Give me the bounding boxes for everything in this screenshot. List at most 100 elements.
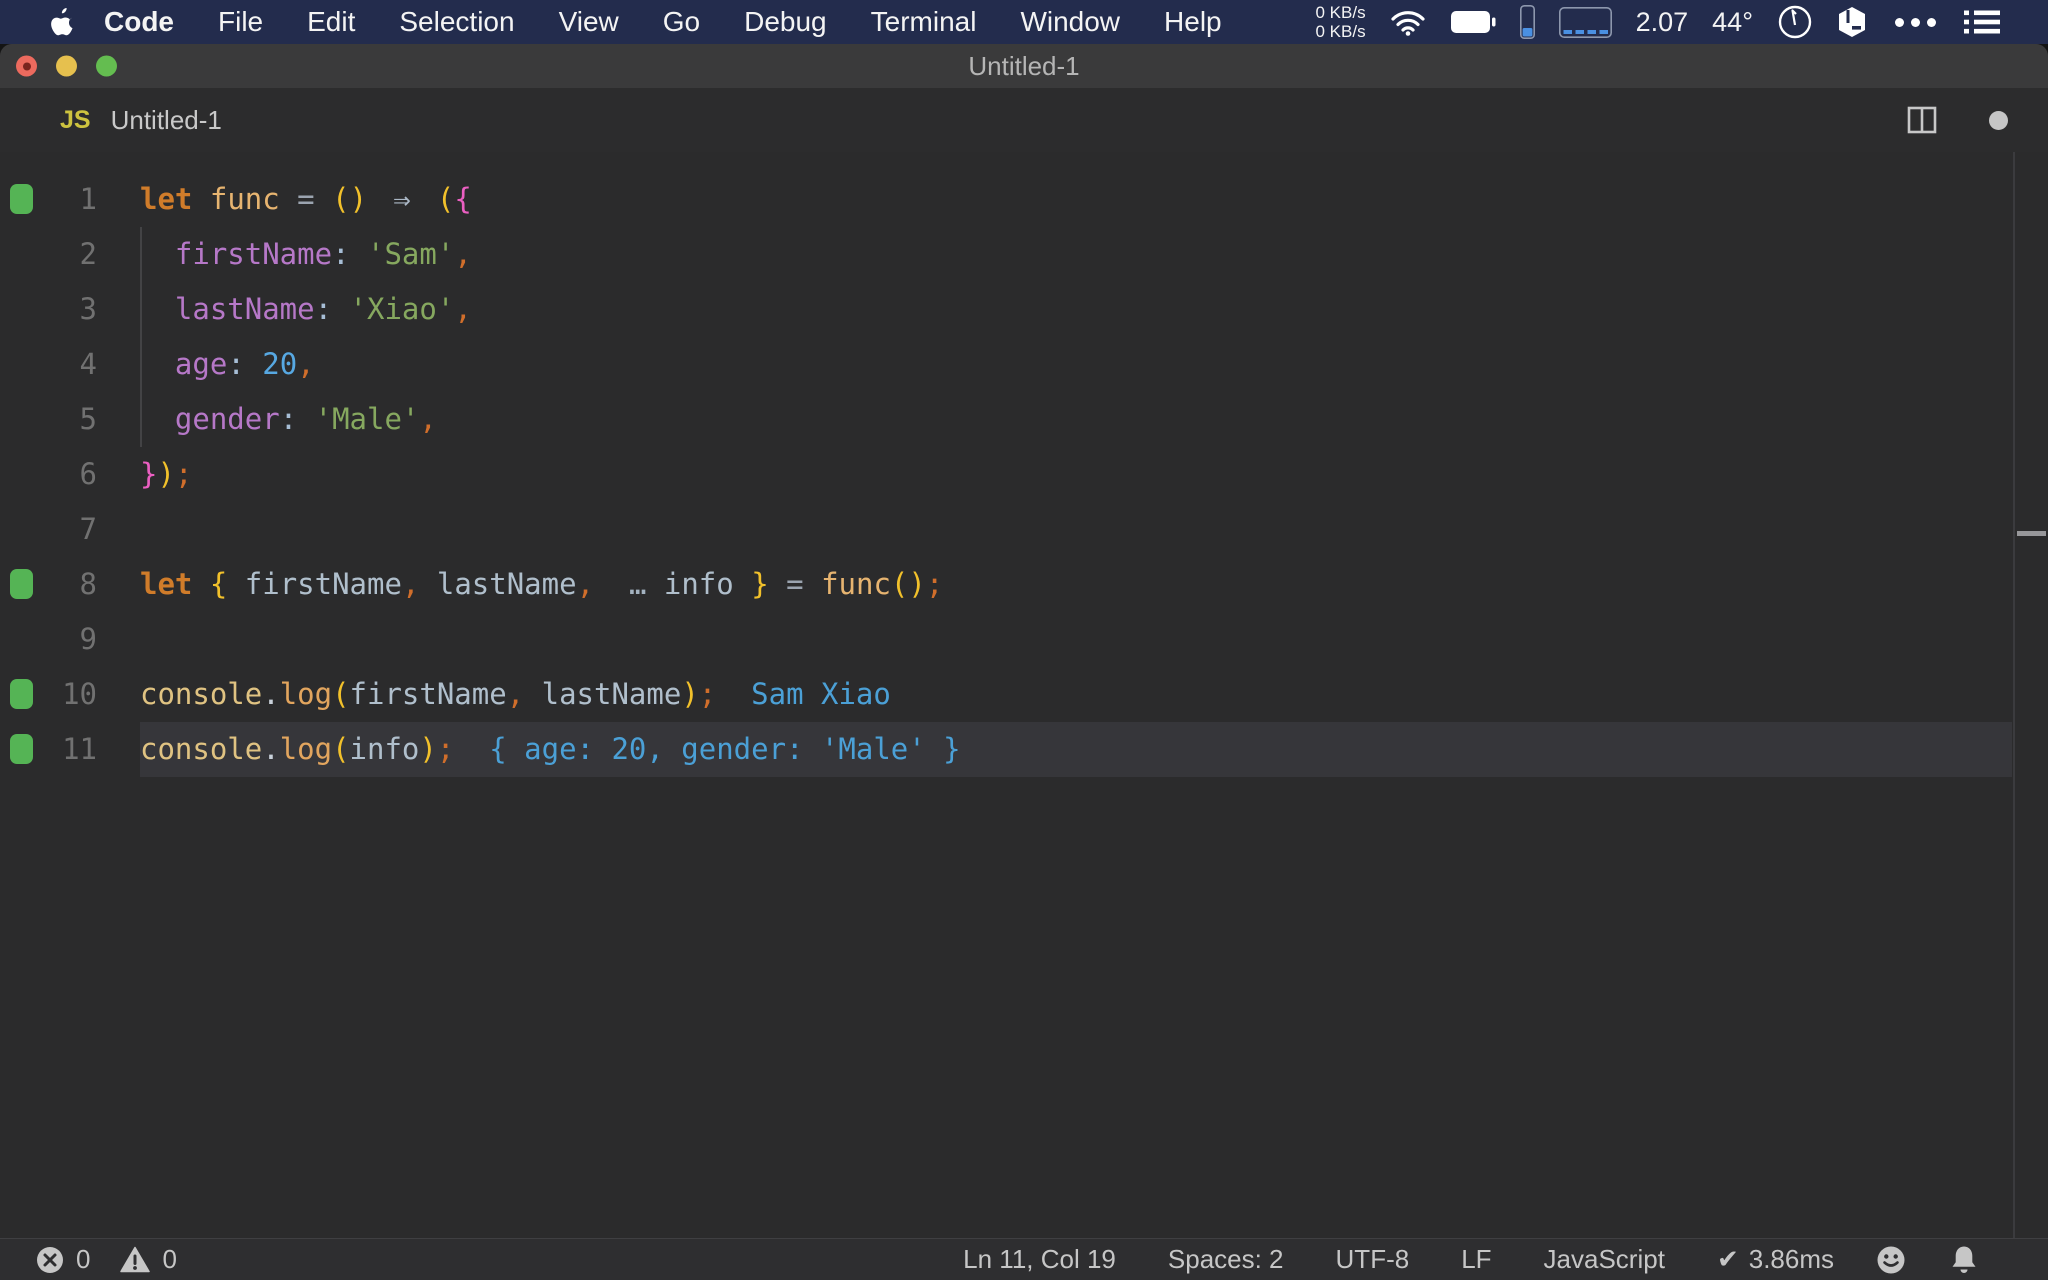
network-speed-widget[interactable]: 0 KB/s 0 KB/s bbox=[1316, 3, 1366, 41]
code-line-content: firstName: 'Sam', bbox=[140, 227, 2048, 282]
language-mode[interactable]: JavaScript bbox=[1544, 1244, 1665, 1275]
cpu-load-label[interactable]: 2.07 bbox=[1636, 7, 1689, 38]
code-token: ) bbox=[419, 732, 437, 766]
feedback-smiley-icon[interactable] bbox=[1876, 1245, 1906, 1275]
indentation-setting[interactable]: Spaces: 2 bbox=[1168, 1244, 1284, 1275]
code-token: 'Male' bbox=[314, 402, 420, 436]
tab-label: Untitled-1 bbox=[110, 104, 222, 135]
more-icon[interactable] bbox=[1891, 17, 1940, 27]
code-token: : bbox=[314, 292, 333, 326]
code-line-11[interactable]: 11 console.log(info); { age: 20, gender: '… bbox=[0, 722, 2048, 777]
menu-item-debug[interactable]: Debug bbox=[744, 6, 827, 38]
menu-item-view[interactable]: View bbox=[559, 6, 619, 38]
code-line-content: }); bbox=[140, 447, 2048, 502]
title-bar[interactable]: Untitled-1 bbox=[0, 44, 2048, 88]
battery-icon[interactable] bbox=[1450, 9, 1496, 35]
menu-item-code[interactable]: Code bbox=[104, 6, 174, 38]
code-line-6[interactable]: 6}); bbox=[0, 447, 2048, 502]
code-line-8[interactable]: 8 let { firstName, lastName, … info } = fu… bbox=[0, 557, 2048, 612]
task-list-icon[interactable] bbox=[1964, 8, 2000, 36]
code-token: ; bbox=[925, 567, 944, 601]
tab-untitled-1[interactable]: JS Untitled-1 bbox=[0, 88, 222, 152]
code-token: } bbox=[751, 567, 769, 601]
apple-menu[interactable] bbox=[50, 8, 74, 36]
encoding-setting[interactable]: UTF-8 bbox=[1336, 1244, 1410, 1275]
line-number[interactable]: 4 bbox=[0, 337, 97, 392]
notifications-bell-icon[interactable] bbox=[1950, 1245, 1978, 1275]
cursor-position[interactable]: Ln 11, Col 19 bbox=[963, 1244, 1116, 1275]
unsaved-changes-dot[interactable] bbox=[1989, 110, 2008, 130]
menu-item-window[interactable]: Window bbox=[1020, 6, 1120, 38]
vscode-window: Untitled-1 JS Untitled-1 1 let func = () … bbox=[0, 44, 2048, 1280]
line-number[interactable]: 8 bbox=[0, 557, 97, 612]
code-line-3[interactable]: 3 lastName: 'Xiao', bbox=[0, 282, 2048, 337]
warning-icon bbox=[120, 1246, 151, 1273]
line-number[interactable]: 9 bbox=[0, 612, 97, 667]
overview-ruler-border bbox=[2013, 152, 2015, 1238]
code-token: : bbox=[227, 347, 245, 381]
line-number[interactable]: 3 bbox=[0, 282, 97, 337]
code-line-content bbox=[140, 612, 2048, 667]
cube-app-icon[interactable] bbox=[1837, 6, 1867, 38]
code-token: func bbox=[821, 567, 891, 601]
menu-item-help[interactable]: Help bbox=[1164, 6, 1222, 38]
line-number[interactable]: 11 bbox=[0, 722, 97, 777]
code-token: : bbox=[332, 237, 350, 271]
code-token: = bbox=[786, 567, 804, 601]
check-icon: ✔ bbox=[1716, 1244, 1739, 1274]
line-number[interactable]: 2 bbox=[0, 227, 97, 282]
wifi-icon[interactable] bbox=[1390, 8, 1426, 36]
perf-value: 3.86ms bbox=[1748, 1244, 1834, 1274]
code-token: ; bbox=[174, 457, 193, 491]
editor[interactable]: 1 let func = () ⇒ ({2 firstName: 'Sam', 3 … bbox=[0, 152, 2048, 1238]
code-token: ; bbox=[698, 677, 717, 711]
code-line-1[interactable]: 1 let func = () ⇒ ({ bbox=[0, 172, 2048, 227]
line-number[interactable]: 6 bbox=[0, 447, 97, 502]
code-token: . bbox=[262, 732, 280, 766]
code-line-4[interactable]: 4 age: 20, bbox=[0, 337, 2048, 392]
temperature-label[interactable]: 44° bbox=[1712, 7, 1753, 38]
line-number[interactable]: 10 bbox=[0, 667, 97, 722]
code-line-10[interactable]: 10 console.log(firstName, lastName); Sam X… bbox=[0, 667, 2048, 722]
menu-bar: Code File Edit Selection View Go Debug Terminal… bbox=[0, 0, 2048, 44]
code-line-2[interactable]: 2 firstName: 'Sam', bbox=[0, 227, 2048, 282]
scrollbar-position-marker[interactable] bbox=[2017, 531, 2046, 536]
gauge-icon[interactable] bbox=[1777, 4, 1813, 40]
line-number[interactable]: 5 bbox=[0, 392, 97, 447]
code-token: : bbox=[279, 402, 298, 436]
cpu-bar-widget[interactable] bbox=[1519, 5, 1535, 39]
memory-widget[interactable] bbox=[1558, 6, 1612, 38]
indent-guide bbox=[140, 337, 142, 392]
line-number[interactable]: 1 bbox=[0, 172, 97, 227]
menu-item-edit[interactable]: Edit bbox=[307, 6, 355, 38]
menu-item-terminal[interactable]: Terminal bbox=[871, 6, 977, 38]
code-line-7[interactable]: 7 bbox=[0, 502, 2048, 557]
code-token: firstName bbox=[174, 237, 333, 271]
line-number[interactable]: 7 bbox=[0, 502, 97, 557]
eol-setting[interactable]: LF bbox=[1461, 1244, 1491, 1275]
menu-item-selection[interactable]: Selection bbox=[399, 6, 514, 38]
menu-item-go[interactable]: Go bbox=[663, 6, 700, 38]
code-line-9[interactable]: 9 bbox=[0, 612, 2048, 667]
code-line-5[interactable]: 5 gender: 'Male', bbox=[0, 392, 2048, 447]
code-token: … bbox=[628, 567, 647, 601]
code-token: , bbox=[454, 237, 472, 271]
problems-indicator[interactable]: 0 0 bbox=[36, 1244, 195, 1275]
quokka-perf[interactable]: ✔ 3.86ms bbox=[1717, 1244, 1834, 1275]
code-token: lastName bbox=[174, 292, 315, 326]
code-line-content: lastName: 'Xiao', bbox=[140, 282, 2048, 337]
split-editor-icon[interactable] bbox=[1907, 105, 1937, 135]
indent-guide bbox=[140, 227, 142, 282]
code-line-content: age: 20, bbox=[140, 337, 2048, 392]
menu-item-file[interactable]: File bbox=[218, 6, 263, 38]
